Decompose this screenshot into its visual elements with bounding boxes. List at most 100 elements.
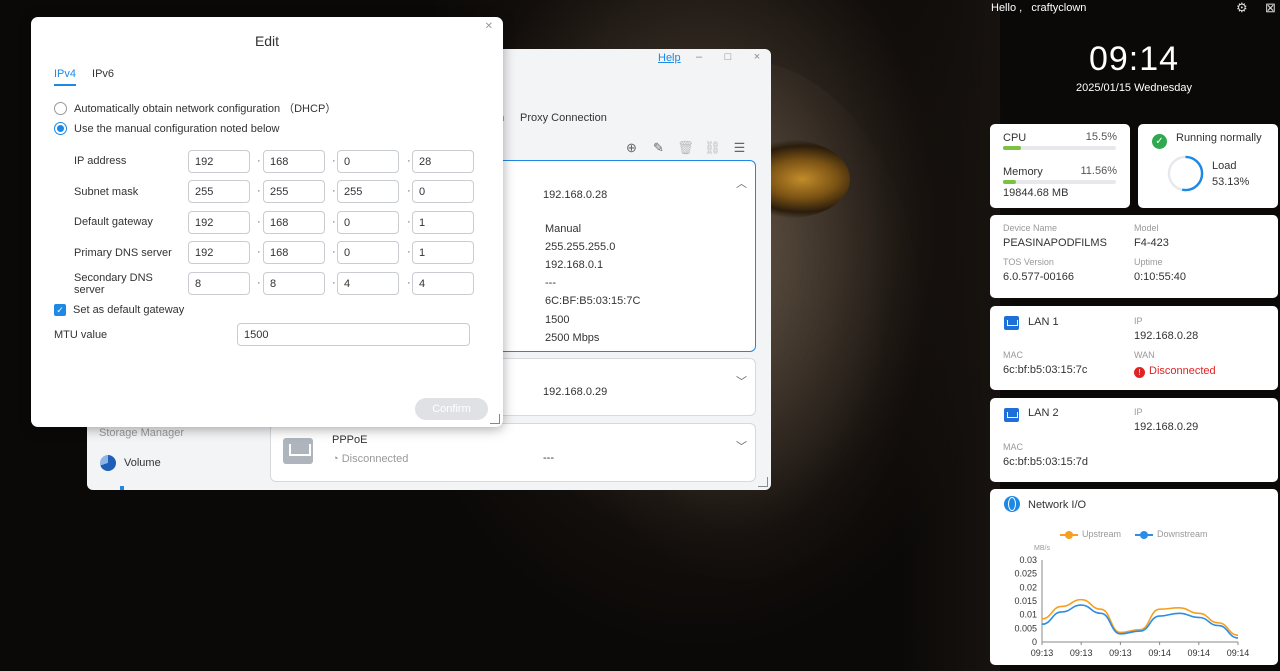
octet-separator: · [332,216,336,228]
sidebar-marker [120,486,124,490]
subnet-octet-3[interactable]: 255 [337,180,399,203]
gateway-octet-4[interactable]: 1 [412,211,474,234]
octet-separator: · [257,216,261,228]
dns1-octet-3[interactable]: 0 [337,241,399,264]
network-io-title: Network I/O [1028,499,1087,511]
window-resize-handle[interactable] [758,477,768,487]
sidebar-item-volume[interactable]: Volume [100,455,161,471]
pppoe-status-text: Disconnected [341,453,409,465]
exit-icon[interactable]: ⊠ [1265,0,1276,16]
subnet-octet-1[interactable]: 255 [188,180,250,203]
load-label: Load [1212,160,1237,172]
tab-ipv6[interactable]: IPv6 [92,68,114,86]
dhcp-option[interactable]: Automatically obtain network configurati… [54,100,336,116]
dns2-octet-1[interactable]: 8 [188,272,250,295]
ip-octet-4[interactable]: 28 [412,150,474,173]
ethernet-port-icon [283,438,313,464]
lan1-speed: 2500 Mbps [545,332,600,344]
default-gateway-label: Default gateway [74,216,153,228]
default-gateway-checkbox-label: Set as default gateway [73,304,185,316]
y-tick-label: 0.01 [1019,610,1037,620]
gear-icon[interactable]: ⚙ [1236,0,1248,16]
chevron-up-icon[interactable]: ︿ [736,175,747,191]
lan1-mac-label: MAC [1003,350,1023,360]
pppoe-card[interactable]: PPPoE ◔ Disconnected --- ﹀ [270,423,756,482]
ip-address-label: IP address [74,155,127,167]
network-port-icon [1004,408,1019,422]
model-label: Model [1134,223,1159,233]
username[interactable]: craftyclown [1031,2,1086,14]
lan2-mac: 6c:bf:b5:03:15:7d [1003,456,1089,468]
help-link[interactable]: Help [658,52,681,64]
gateway-octet-3[interactable]: 0 [337,211,399,234]
octet-separator: · [332,185,336,197]
tos-version: 6.0.577-00166 [1003,271,1074,283]
mtu-input[interactable]: 1500 [237,323,470,346]
delete-icon[interactable]: 🗑 [677,140,694,156]
add-icon[interactable]: ⊕ [623,140,640,156]
chevron-down-icon[interactable]: ﹀ [736,438,747,454]
manual-option[interactable]: Use the manual configuration noted below [54,122,279,135]
dns2-octet-2[interactable]: 8 [263,272,325,295]
minimize-icon[interactable]: – [692,51,706,63]
gateway-octet-2[interactable]: 168 [263,211,325,234]
greeting-text: Hello , [991,2,1023,14]
cpu-bar [1003,146,1116,150]
primary-dns-label: Primary DNS server [74,247,172,259]
gateway-octet-1[interactable]: 192 [188,211,250,234]
wan-status: ! Disconnected [1134,365,1216,378]
subnet-octet-4[interactable]: 0 [412,180,474,203]
default-gateway-checkbox-row[interactable]: ✓ Set as default gateway [54,304,184,316]
model: F4-423 [1134,237,1169,249]
pppoe-status: ◔ Disconnected [332,453,409,465]
subnet-octet-2[interactable]: 255 [263,180,325,203]
close-icon[interactable]: × [750,51,764,63]
close-icon[interactable]: ✕ [485,21,493,32]
memory-value: 11.56% [1080,165,1118,177]
dns2-octet-4[interactable]: 4 [412,272,474,295]
y-axis-unit: MB/s [1034,545,1050,552]
dns1-octet-1[interactable]: 192 [188,241,250,264]
network-io-widget: Network I/O Upstream Downstream MB/s 0.03… [990,489,1278,665]
sort-icon[interactable]: ☰ [731,140,748,156]
ip-octet-2[interactable]: 168 [263,150,325,173]
lan2-ip: 192.168.0.29 [1134,421,1199,433]
ip-octet-1[interactable]: 192 [188,150,250,173]
octet-separator: · [407,155,411,167]
dns1-octet-4[interactable]: 1 [412,241,474,264]
octet-separator: · [332,155,336,167]
greeting: Hello , craftyclown [991,2,1086,14]
dhcp-radio[interactable] [54,101,67,115]
dns1-octet-2[interactable]: 168 [263,241,325,264]
tab-proxy-connection[interactable]: Proxy Connection [520,112,607,124]
lan1-ip-label: IP [1134,316,1143,326]
edit-icon[interactable]: ✎ [650,140,667,156]
octet-separator: · [257,185,261,197]
checkbox-checked-icon[interactable]: ✓ [54,304,66,316]
dns2-octet-3[interactable]: 4 [337,272,399,295]
manual-radio[interactable] [54,122,67,135]
tab-ipv4[interactable]: IPv4 [54,68,77,86]
dialog-resize-handle[interactable] [490,414,500,424]
lan2-ip-label: IP [1134,407,1143,417]
lan1-ip: 192.168.0.28 [543,189,608,201]
ip-version-tabs: IPv4 IPv6 [54,68,114,86]
maximize-icon[interactable]: □ [721,51,735,63]
octet-separator: · [332,277,336,289]
lan1-mode: Manual [545,223,582,235]
toolbar: ⊕ ✎ 🗑 ⛓ ☰ [623,140,748,156]
lan2-mac-label: MAC [1003,442,1023,452]
lan1-ip: 192.168.0.28 [1134,330,1199,342]
error-icon: ! [1134,367,1145,378]
octet-separator: · [407,185,411,197]
lan2-ip: 192.168.0.29 [543,386,608,398]
confirm-button[interactable]: Confirm [415,398,488,420]
resource-widget: CPU 15.5% Memory 11.56% 19844.68 MB [990,124,1130,208]
octet-separator: · [257,277,261,289]
device-info-widget: Device Name PEASINAPODFILMS Model F4-423… [990,215,1278,298]
link-icon[interactable]: ⛓ [704,140,721,156]
y-tick-label: 0.02 [1019,582,1037,592]
octet-separator: · [332,246,336,258]
chevron-down-icon[interactable]: ﹀ [736,373,747,389]
ip-octet-3[interactable]: 0 [337,150,399,173]
